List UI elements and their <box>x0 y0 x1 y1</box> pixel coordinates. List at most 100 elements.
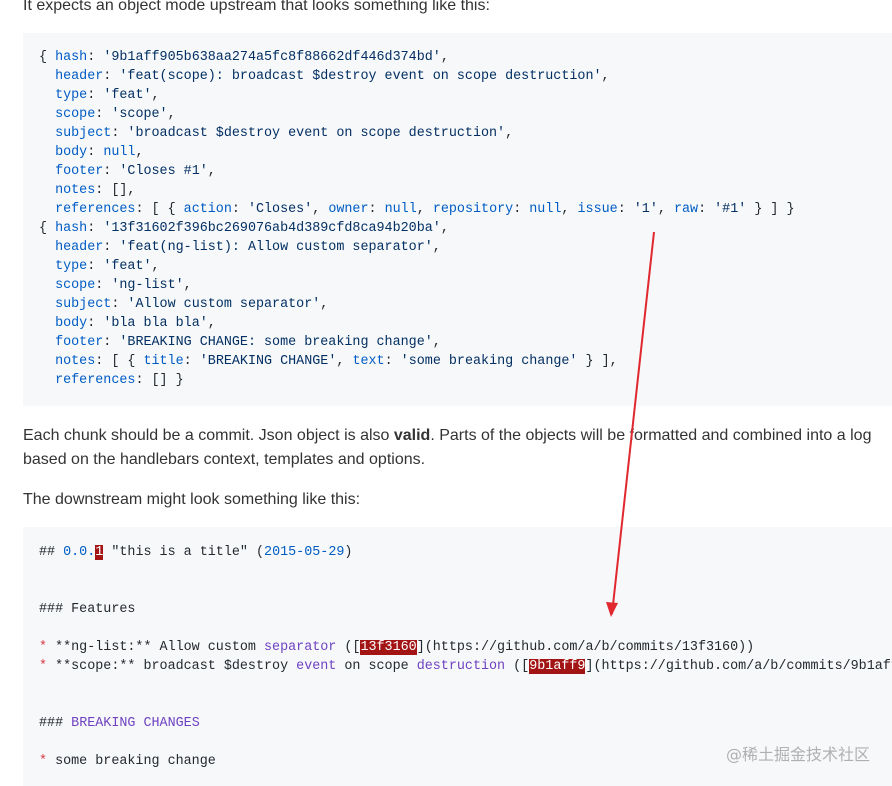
downstream_code-line: * **ng-list:** Allow custom separator ([… <box>39 638 754 657</box>
upstream_code-line: subject: 'broadcast $destroy event on sc… <box>39 124 513 143</box>
code-token: : [ { <box>135 202 184 217</box>
upstream_code-line: scope: 'ng-list', <box>39 276 192 295</box>
code-token: issue <box>577 202 618 217</box>
code-token: 'feat' <box>103 88 152 103</box>
downstream_code-line: ## 0.0.1 "this is a title" (2015-05-29) <box>39 543 352 562</box>
code-token: subject <box>55 297 112 312</box>
code-token: 13f3160 <box>360 640 417 655</box>
code-token: : [], <box>95 183 136 198</box>
code-token: 'ng-list' <box>111 278 184 293</box>
code-token: , <box>312 202 329 217</box>
code-token: notes <box>55 183 96 198</box>
code-token: raw <box>673 202 699 217</box>
chunk-description: Each chunk should be a commit. Json obje… <box>23 424 878 472</box>
upstream_code-line: references: [] } <box>39 371 184 390</box>
code-token: 2015-05-29 <box>264 545 345 560</box>
code-token: : <box>95 278 112 293</box>
code-token: 'BREAKING CHANGE: some breaking change' <box>119 335 433 350</box>
code-token: 'bla bla bla' <box>103 316 208 331</box>
code-token: , <box>320 297 329 312</box>
code-token: : <box>231 202 248 217</box>
code-token: null <box>529 202 562 217</box>
code-token: : <box>103 240 120 255</box>
upstream_code-line: notes: [], <box>39 181 135 200</box>
downstream_code-line: * some breaking change <box>39 752 216 771</box>
code-token: 'broadcast $destroy event on scope destr… <box>127 126 506 141</box>
code-token: "this is a title" ( <box>103 545 265 560</box>
upstream_code-line: footer: 'BREAKING CHANGE: some breaking … <box>39 333 441 352</box>
code-token: footer <box>55 335 104 350</box>
code-token: hash <box>55 50 88 65</box>
chunk-text-bold: valid <box>393 427 431 444</box>
code-token: 0.0. <box>63 545 96 560</box>
code-token: : <box>513 202 530 217</box>
code-token: : <box>103 164 120 179</box>
code-token: , <box>183 278 192 293</box>
code-token: hash <box>55 221 88 236</box>
code-token: ](https://github.com/a/b/commits/13f3160… <box>416 640 755 655</box>
code-token: } ] } <box>746 202 795 217</box>
code-token: '13f31602f396bc269076ab4d389cfd8ca94b20b… <box>103 221 441 236</box>
code-token: 'Closes #1' <box>119 164 208 179</box>
code-token: , <box>440 221 449 236</box>
code-token: : <box>103 69 120 84</box>
code-token: 'scope' <box>111 107 168 122</box>
code-token: action <box>183 202 232 217</box>
code-token: : <box>368 202 385 217</box>
code-token: null <box>103 145 136 160</box>
code-token: : <box>95 107 112 122</box>
code-token: : <box>384 354 401 369</box>
code-token: destruction <box>416 659 506 674</box>
upstream_code-line: body: null, <box>39 143 144 162</box>
code-token: : [ { <box>95 354 144 369</box>
code-token: null <box>384 202 417 217</box>
code-token: subject <box>55 126 112 141</box>
code-token: ([ <box>505 659 530 674</box>
upstream_code-line: scope: 'scope', <box>39 105 176 124</box>
code-token: 'Closes' <box>247 202 313 217</box>
code-token: body <box>55 145 88 160</box>
code-token: **scope:** broadcast $destroy <box>55 659 297 674</box>
downstream_code-line: ### BREAKING CHANGES <box>39 714 200 733</box>
code-token: references <box>55 202 136 217</box>
code-token: , <box>151 259 160 274</box>
upstream-code-block: { hash: '9b1aff905b638aa274a5fc8f88662df… <box>23 33 892 406</box>
code-token: , <box>432 240 441 255</box>
chunk-text-part1: Each chunk should be a commit. Json obje… <box>23 427 394 444</box>
code-token: : <box>111 297 128 312</box>
code-token: some breaking change <box>55 754 216 769</box>
code-token: 'feat(scope): broadcast $destroy event o… <box>119 69 602 84</box>
code-token: 'feat' <box>103 259 152 274</box>
code-token: separator <box>264 640 337 655</box>
code-token: , <box>207 316 216 331</box>
code-token: , <box>601 69 610 84</box>
code-token: 'some breaking change' <box>400 354 578 369</box>
code-token: , <box>135 145 144 160</box>
code-token: notes <box>55 354 96 369</box>
code-token: * <box>39 754 56 769</box>
code-token: : [] } <box>135 373 184 388</box>
code-token: owner <box>328 202 369 217</box>
code-token: { <box>39 221 56 236</box>
code-token: text <box>352 354 385 369</box>
downstream_code-line: ### Features <box>39 600 135 619</box>
watermark: @稀土掘金技术社区 <box>725 745 870 764</box>
code-token: : <box>87 221 104 236</box>
code-token: references <box>55 373 136 388</box>
code-token: body <box>55 316 88 331</box>
code-token: ### <box>39 716 72 731</box>
code-token: type <box>55 259 88 274</box>
upstream_code-line: { hash: '9b1aff905b638aa274a5fc8f88662df… <box>39 48 449 67</box>
code-token: BREAKING CHANGES <box>71 716 200 731</box>
code-token: , <box>657 202 674 217</box>
code-token: , <box>336 354 353 369</box>
